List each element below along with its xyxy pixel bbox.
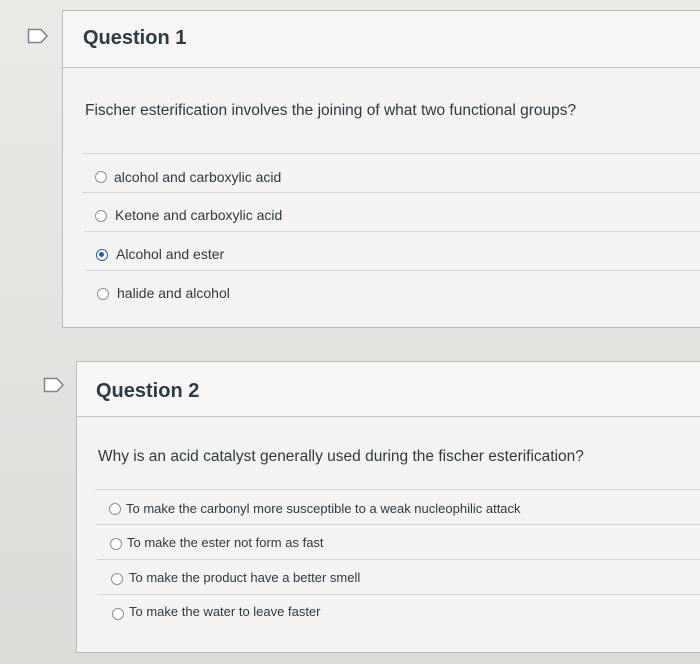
answer-label[interactable]: To make the product have a better smell	[129, 570, 360, 585]
bookmark-flag-icon[interactable]	[43, 377, 65, 393]
answer-label[interactable]: To make the carbonyl more susceptible to…	[126, 501, 521, 516]
radio-button[interactable]	[111, 573, 123, 585]
answer-label[interactable]: To make the ester not form as fast	[127, 535, 324, 550]
question-2-title: Question 2	[96, 380, 200, 402]
answer-label[interactable]: halide and alcohol	[117, 285, 230, 301]
answer-option[interactable]: halide and alcohol	[85, 270, 700, 307]
answer-label[interactable]: alcohol and carboxylic acid	[114, 169, 281, 185]
answer-option[interactable]: Ketone and carboxylic acid	[83, 192, 700, 229]
radio-button[interactable]	[97, 288, 109, 300]
question-2-prompt: Why is an acid catalyst generally used d…	[98, 448, 584, 465]
question-1-header: Question 1	[63, 11, 700, 68]
radio-button[interactable]	[95, 171, 107, 183]
question-1-title: Question 1	[83, 27, 187, 49]
answer-label[interactable]: Ketone and carboxylic acid	[115, 207, 282, 223]
radio-button[interactable]	[109, 503, 121, 515]
quiz-page: Question 1 Fischer esterification involv…	[0, 0, 700, 664]
question-1: Question 1 Fischer esterification involv…	[62, 10, 700, 328]
question-1-prompt: Fischer esterification involves the join…	[85, 102, 577, 119]
radio-button[interactable]	[112, 608, 124, 620]
bookmark-flag-icon[interactable]	[27, 28, 49, 44]
answer-label[interactable]: Alcohol and ester	[116, 246, 224, 262]
radio-button[interactable]	[95, 210, 107, 222]
radio-button[interactable]	[110, 538, 122, 550]
answer-option[interactable]: alcohol and carboxylic acid	[83, 153, 700, 190]
answer-option[interactable]: To make the ester not form as fast	[96, 524, 700, 561]
answer-label[interactable]: To make the water to leave faster	[129, 604, 320, 619]
question-2-header: Question 2	[77, 362, 700, 417]
question-2: Question 2 Why is an acid catalyst gener…	[76, 361, 700, 653]
radio-button-selected[interactable]	[96, 249, 108, 261]
answer-option[interactable]: To make the water to leave faster	[98, 594, 700, 631]
answer-option-selected[interactable]: Alcohol and ester	[84, 231, 700, 268]
answer-option[interactable]: To make the product have a better smell	[97, 559, 700, 596]
answer-option[interactable]: To make the carbonyl more susceptible to…	[95, 489, 700, 526]
